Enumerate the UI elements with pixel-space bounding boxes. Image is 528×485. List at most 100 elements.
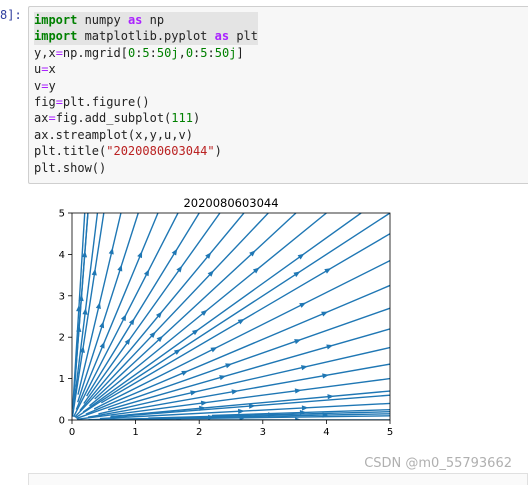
streamline-arrow xyxy=(191,329,199,336)
y-tick-label: 0 xyxy=(59,416,65,427)
code-text: matplotlib.pyplot xyxy=(77,29,215,44)
streamline-arrow xyxy=(294,388,302,394)
code-text: plt.figure() xyxy=(62,94,150,109)
streamline-arrow xyxy=(173,349,181,355)
streamline-arrow xyxy=(293,271,301,278)
code-line-6: fig=plt.figure() xyxy=(34,94,258,110)
code-line-2: import matplotlib.pyplot as plt xyxy=(34,28,258,45)
streamline-arrow xyxy=(128,318,135,326)
x-tick-label: 4 xyxy=(323,427,329,438)
x-tick-label: 0 xyxy=(69,427,75,438)
operator: = xyxy=(55,45,63,60)
code-text: ] xyxy=(236,45,244,60)
code-text: plt xyxy=(229,29,258,44)
streamline-arrow xyxy=(219,375,227,381)
streamline xyxy=(75,213,390,419)
watermark: CSDN @m0_55793662 xyxy=(364,456,512,471)
y-tick-label: 4 xyxy=(59,250,65,261)
streamline xyxy=(93,259,390,410)
code-text: ) xyxy=(192,111,201,126)
streamline-arrow xyxy=(297,253,305,260)
streamline-arrow xyxy=(324,268,332,274)
streamline-arrow xyxy=(181,370,189,376)
streamline-arrow xyxy=(91,268,97,276)
code-editor[interactable]: import numpy as np import matplotlib.pyp… xyxy=(34,12,258,176)
code-text: : xyxy=(149,45,157,60)
code-line-4: u=x xyxy=(34,61,258,77)
string: "2020080603044" xyxy=(106,144,215,159)
operator: = xyxy=(55,94,63,109)
code-line-10: plt.show() xyxy=(34,160,258,176)
streamplot-figure: 2020080603044 0 1 2 3 4 5 0 1 2 3 4 5 xyxy=(0,190,528,450)
y-tick-label: 3 xyxy=(59,291,65,302)
x-tick-label: 2 xyxy=(196,427,202,438)
number: 0 xyxy=(185,45,194,60)
streamline-arrow xyxy=(210,347,218,353)
x-tick-label: 1 xyxy=(132,427,138,438)
streamline xyxy=(72,213,105,417)
streamline-arrow xyxy=(99,341,105,349)
code-text: plt.title( xyxy=(34,144,107,159)
number: 50j xyxy=(214,45,237,60)
code-text: y xyxy=(48,78,56,93)
streamline-arrow xyxy=(237,318,245,325)
streamline-arrow xyxy=(322,373,329,379)
cell-prompt: 8]: xyxy=(0,8,22,22)
streamline-arrow xyxy=(231,389,239,395)
code-text: ax xyxy=(34,111,49,126)
y-axis: 0 1 2 3 4 5 xyxy=(59,209,72,427)
x-tick-label: 3 xyxy=(260,427,266,438)
x-tick-label: 5 xyxy=(387,427,393,438)
x-axis: 0 1 2 3 4 5 xyxy=(69,420,393,438)
code-text: numpy xyxy=(77,13,128,27)
streamline-arrow xyxy=(299,302,307,308)
operator: = xyxy=(48,111,56,126)
code-cell[interactable]: import numpy as np import matplotlib.pyp… xyxy=(28,6,528,184)
keyword: as xyxy=(127,13,143,27)
keyword: import xyxy=(34,29,78,44)
streamline-arrow xyxy=(176,265,183,273)
streamline-arrow xyxy=(326,344,334,350)
streamline xyxy=(74,213,269,418)
streamline-arrow xyxy=(294,339,302,345)
next-code-cell[interactable] xyxy=(28,473,528,485)
code-line-3: y,x=np.mgrid[0:5:50j,0:5:50j] xyxy=(34,45,258,61)
streamline-arrow xyxy=(117,264,123,272)
code-line-5: v=y xyxy=(34,78,258,94)
streamline-arrow xyxy=(301,405,309,411)
code-line-9: plt.title("2020080603044") xyxy=(34,143,258,159)
keyword: as xyxy=(214,29,230,44)
code-text: np.mgrid[ xyxy=(62,45,128,60)
code-text: fig.add_subplot( xyxy=(55,111,172,126)
streamline-arrow xyxy=(137,251,143,259)
y-tick-label: 1 xyxy=(59,374,65,385)
code-line-8: ax.streamplot(x,y,u,v) xyxy=(34,127,258,143)
number: 111 xyxy=(171,111,193,126)
chart-title: 2020080603044 xyxy=(183,196,278,210)
streamline-arrow xyxy=(225,363,233,369)
streamline xyxy=(89,213,327,407)
number: 50j xyxy=(156,45,179,60)
code-line-7: ax=fig.add_subplot(111) xyxy=(34,110,258,126)
streamline-arrow xyxy=(321,311,329,317)
number: 5 xyxy=(142,45,150,60)
code-text: ax.streamplot(x,y,u,v) xyxy=(34,127,193,142)
code-text: np xyxy=(142,13,165,27)
streamplot-chart: 2020080603044 0 1 2 3 4 5 0 1 2 3 4 5 xyxy=(59,196,394,438)
code-text: : xyxy=(207,45,215,60)
streamlines xyxy=(72,213,390,420)
keyword: import xyxy=(34,13,78,27)
code-line-1: import numpy as np xyxy=(34,12,258,29)
code-text: fig xyxy=(34,94,56,109)
streamline-arrow xyxy=(171,248,178,256)
code-text: , xyxy=(178,45,186,60)
streamline-arrow xyxy=(143,269,150,277)
code-text: x xyxy=(48,62,56,77)
streamline-arrow xyxy=(120,314,127,322)
code-text: plt.show() xyxy=(34,160,107,175)
streamline xyxy=(82,213,362,413)
streamline-arrow xyxy=(200,400,208,406)
streamline-arrow xyxy=(124,338,131,345)
code-text: y,x xyxy=(34,45,56,60)
streamline-arrow xyxy=(99,321,105,329)
